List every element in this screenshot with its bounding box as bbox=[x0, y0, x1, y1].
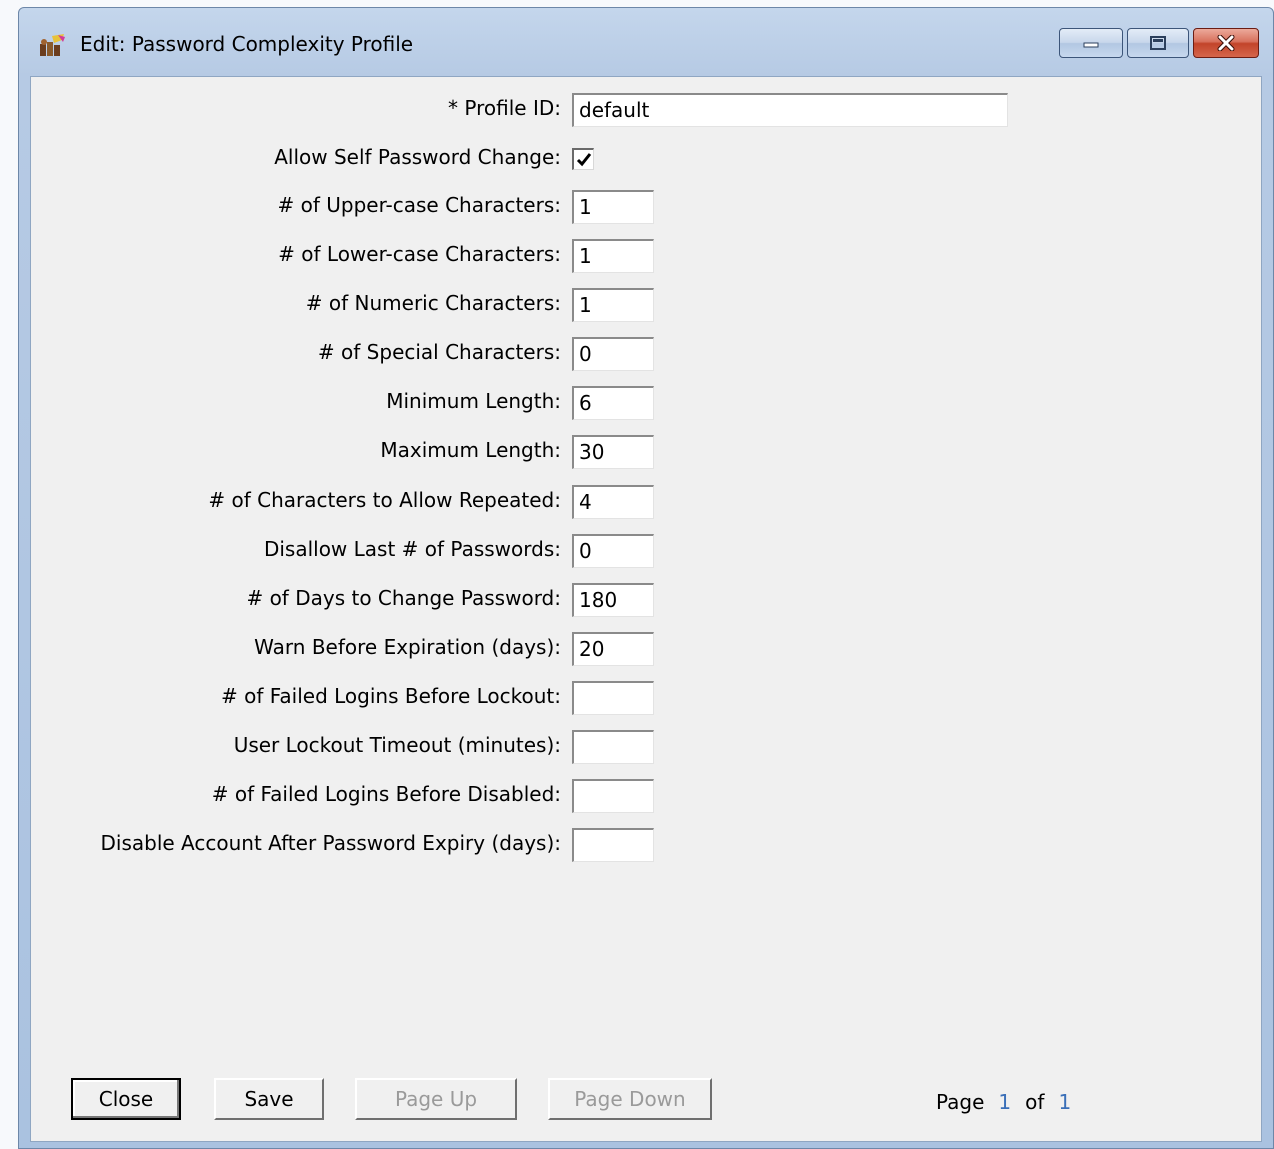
edit-profile-window: Edit: Password Complexity Profile * Prof… bbox=[18, 7, 1274, 1149]
days-change-input[interactable]: 180 bbox=[572, 583, 654, 617]
row-failed-disabled: # of Failed Logins Before Disabled: bbox=[31, 779, 1263, 813]
disallow-last-label: Disallow Last # of Passwords: bbox=[263, 537, 561, 561]
disable-after-expiry-input[interactable] bbox=[572, 828, 654, 862]
allow-self-change-label: Allow Self Password Change: bbox=[274, 145, 561, 169]
row-upper: # of Upper-case Characters: 1 bbox=[31, 190, 1263, 224]
row-numeric: # of Numeric Characters: 1 bbox=[31, 288, 1263, 322]
app-key-icon bbox=[40, 34, 65, 56]
repeated-label: # of Characters to Allow Repeated: bbox=[208, 488, 561, 512]
upper-label: # of Upper-case Characters: bbox=[277, 193, 561, 217]
failed-disabled-label: # of Failed Logins Before Disabled: bbox=[211, 782, 561, 806]
current-page: 1 bbox=[998, 1090, 1012, 1114]
lower-label: # of Lower-case Characters: bbox=[278, 242, 561, 266]
close-icon bbox=[1217, 35, 1235, 51]
upper-input[interactable]: 1 bbox=[572, 190, 654, 224]
row-lockout-timeout: User Lockout Timeout (minutes): bbox=[31, 730, 1263, 764]
save-button[interactable]: Save bbox=[214, 1078, 324, 1120]
row-lower: # of Lower-case Characters: 1 bbox=[31, 239, 1263, 273]
failed-lockout-label: # of Failed Logins Before Lockout: bbox=[220, 684, 561, 708]
disable-after-expiry-label: Disable Account After Password Expiry (d… bbox=[100, 831, 561, 855]
maximize-icon bbox=[1150, 36, 1166, 50]
disallow-last-input[interactable]: 0 bbox=[572, 534, 654, 568]
row-disable-after-expiry: Disable Account After Password Expiry (d… bbox=[31, 828, 1263, 862]
page-up-button[interactable]: Page Up bbox=[355, 1078, 517, 1120]
lockout-timeout-label: User Lockout Timeout (minutes): bbox=[233, 733, 561, 757]
max-length-input[interactable]: 30 bbox=[572, 435, 654, 469]
repeated-input[interactable]: 4 bbox=[572, 485, 654, 519]
window-title: Edit: Password Complexity Profile bbox=[80, 32, 414, 56]
lower-input[interactable]: 1 bbox=[572, 239, 654, 273]
max-length-label: Maximum Length: bbox=[380, 438, 561, 462]
of-label: of bbox=[1025, 1090, 1045, 1114]
row-profile-id: * Profile ID: default bbox=[31, 93, 1263, 127]
row-repeated: # of Characters to Allow Repeated: 4 bbox=[31, 485, 1263, 519]
special-label: # of Special Characters: bbox=[317, 340, 561, 364]
checkmark-icon bbox=[576, 153, 592, 167]
page-label: Page bbox=[936, 1090, 985, 1114]
profile-id-label: * Profile ID: bbox=[448, 96, 561, 120]
close-button[interactable]: Close bbox=[71, 1078, 181, 1120]
lockout-timeout-input[interactable] bbox=[572, 730, 654, 764]
page-down-button[interactable]: Page Down bbox=[548, 1078, 712, 1120]
row-allow-self-change: Allow Self Password Change: bbox=[31, 142, 1263, 176]
min-length-label: Minimum Length: bbox=[386, 389, 561, 413]
pager: Page 1 of 1 bbox=[936, 1090, 1085, 1114]
row-days-change: # of Days to Change Password: 180 bbox=[31, 583, 1263, 617]
row-min-length: Minimum Length: 6 bbox=[31, 386, 1263, 420]
failed-disabled-input[interactable] bbox=[572, 779, 654, 813]
warn-before-label: Warn Before Expiration (days): bbox=[254, 635, 561, 659]
allow-self-change-checkbox[interactable] bbox=[572, 148, 594, 170]
days-change-label: # of Days to Change Password: bbox=[246, 586, 561, 610]
numeric-label: # of Numeric Characters: bbox=[305, 291, 561, 315]
special-input[interactable]: 0 bbox=[572, 337, 654, 371]
profile-id-input[interactable]: default bbox=[572, 93, 1008, 127]
failed-lockout-input[interactable] bbox=[572, 681, 654, 715]
minimize-button[interactable] bbox=[1059, 28, 1123, 58]
maximize-button[interactable] bbox=[1127, 28, 1189, 58]
row-special: # of Special Characters: 0 bbox=[31, 337, 1263, 371]
row-failed-lockout: # of Failed Logins Before Lockout: bbox=[31, 681, 1263, 715]
row-warn-before: Warn Before Expiration (days): 20 bbox=[31, 632, 1263, 666]
row-max-length: Maximum Length: 30 bbox=[31, 435, 1263, 469]
minimize-icon bbox=[1083, 42, 1099, 48]
title-bar[interactable]: Edit: Password Complexity Profile bbox=[19, 8, 1273, 76]
warn-before-input[interactable]: 20 bbox=[572, 632, 654, 666]
total-pages: 1 bbox=[1058, 1090, 1072, 1114]
close-window-button[interactable] bbox=[1193, 28, 1259, 58]
row-disallow-last: Disallow Last # of Passwords: 0 bbox=[31, 534, 1263, 568]
numeric-input[interactable]: 1 bbox=[572, 288, 654, 322]
min-length-input[interactable]: 6 bbox=[572, 386, 654, 420]
form-panel: * Profile ID: default Allow Self Passwor… bbox=[30, 76, 1262, 1142]
